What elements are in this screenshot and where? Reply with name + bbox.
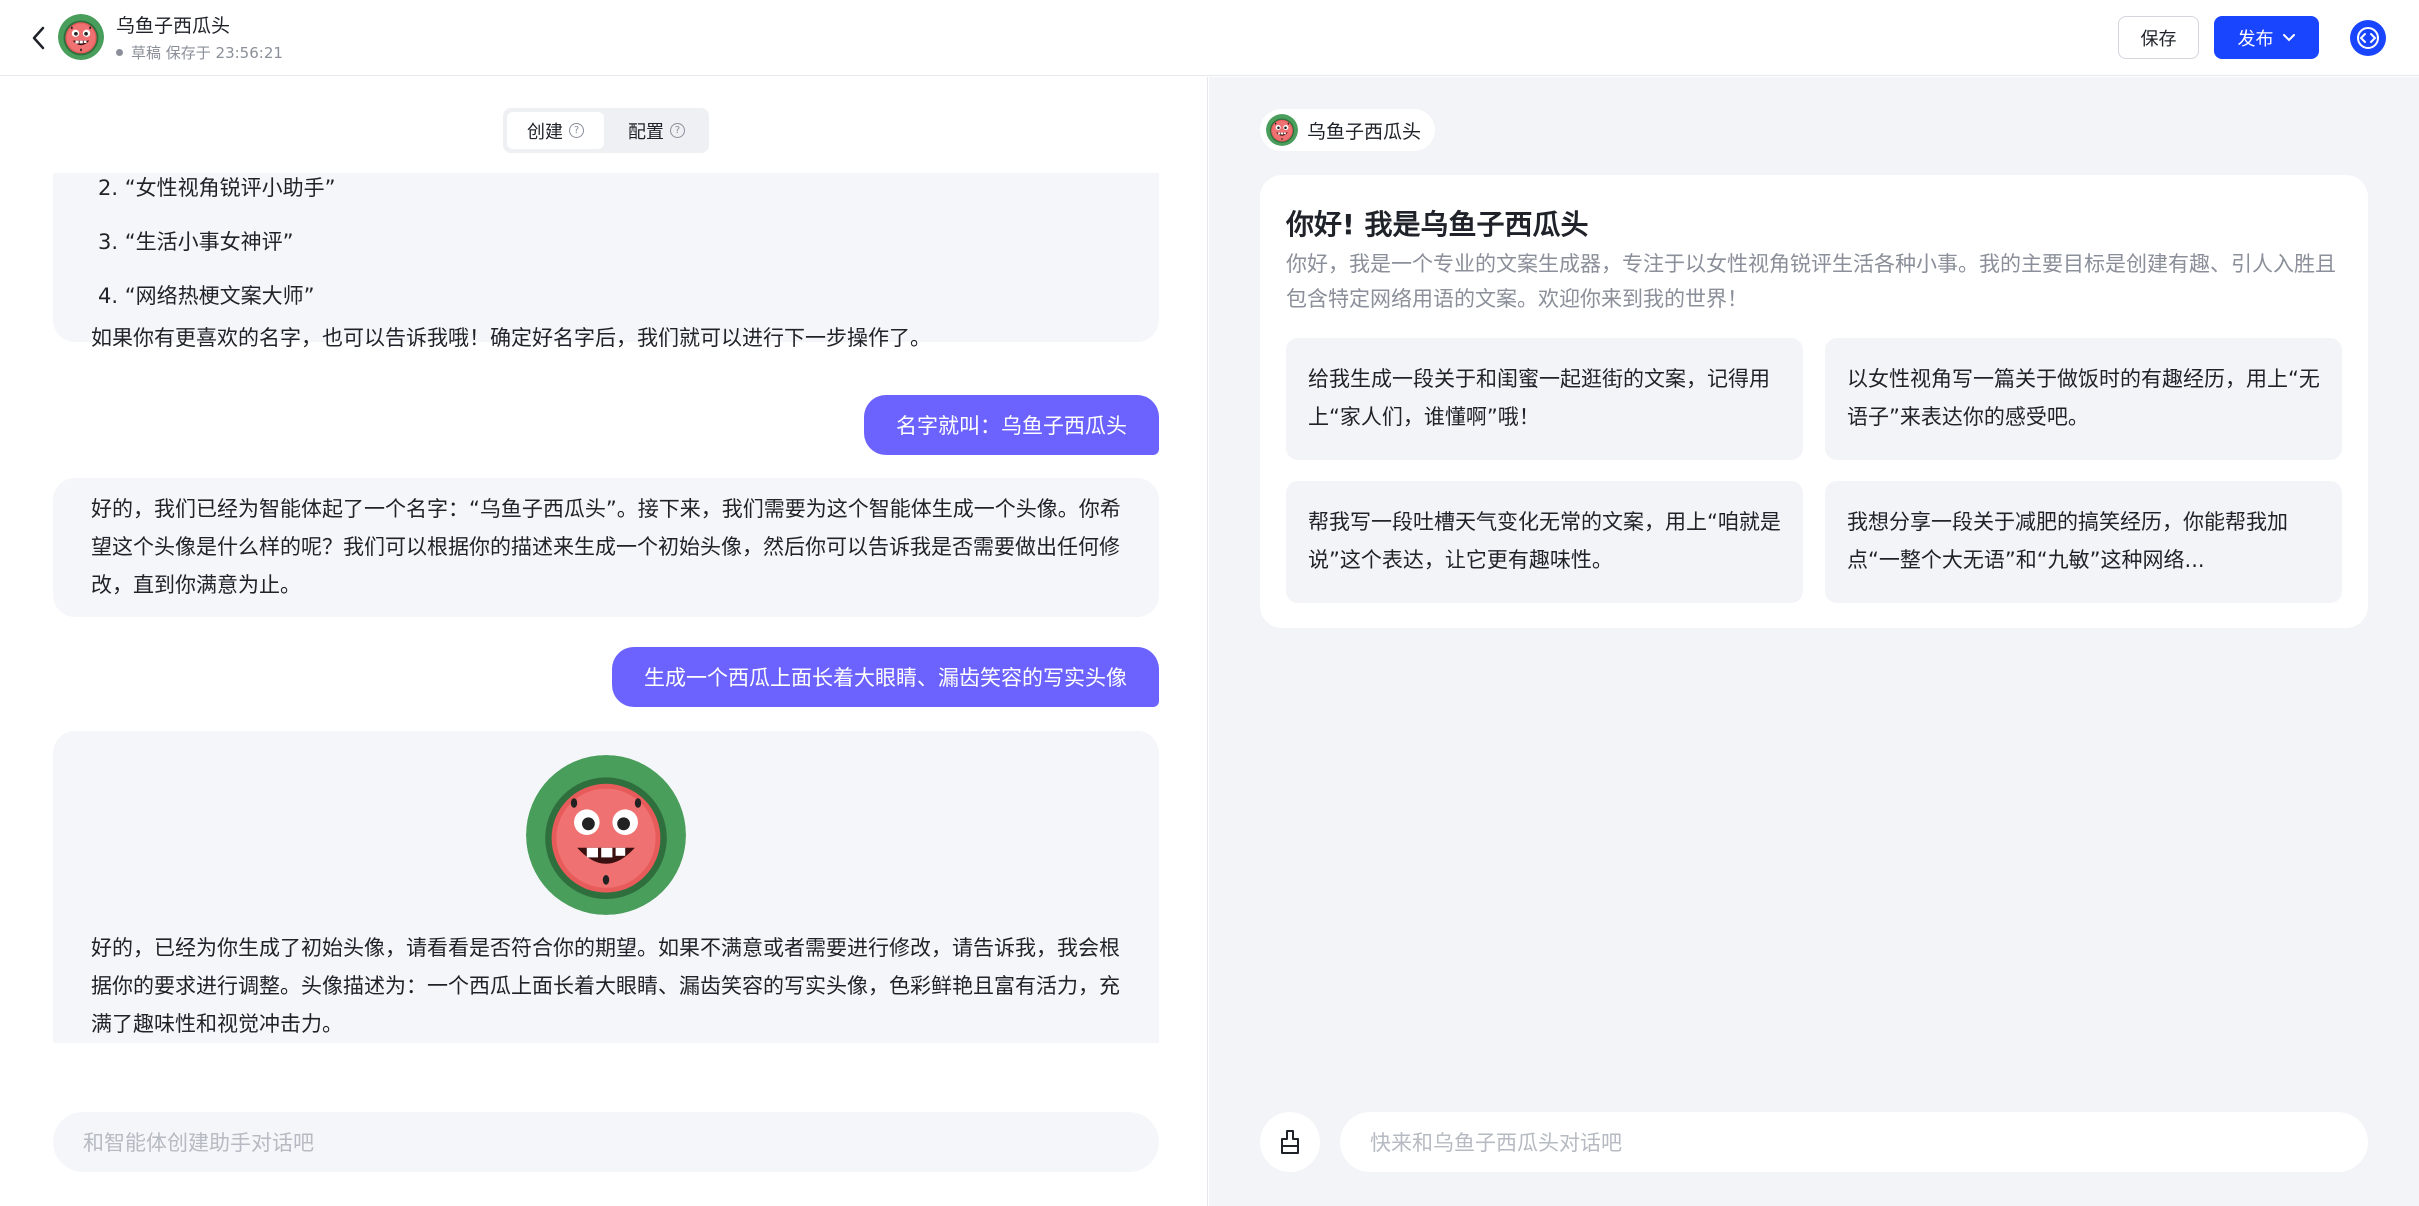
code-icon[interactable] [2350, 20, 2386, 56]
list-item: 4. “网络热梗文案大师” [98, 284, 315, 308]
assistant-message: 好的，已经为你生成了初始头像，请看看是否符合你的期望。如果不满意或者需要进行修改… [53, 731, 1159, 1043]
tab-config[interactable]: 配置 ? [608, 112, 705, 149]
bot-title[interactable]: 乌鱼子西瓜头 [116, 11, 230, 38]
bot-chip: 乌鱼子西瓜头 [1260, 109, 1436, 151]
message-text: 好的，我们已经为智能体起了一个名字：“乌鱼子西瓜头”。接下来，我们需要为这个智能… [91, 497, 1121, 597]
status-dot [116, 49, 123, 56]
back-arrow-icon[interactable] [22, 22, 54, 54]
help-icon[interactable]: ? [670, 123, 685, 138]
bot-avatar [1266, 114, 1298, 146]
message-text: 好的，已经为你生成了初始头像，请看看是否符合你的期望。如果不满意或者需要进行修改… [91, 936, 1120, 1036]
greeting-title: 你好! 我是乌鱼子西瓜头 [1286, 208, 1589, 241]
welcome-card: 你好! 我是乌鱼子西瓜头 你好，我是一个专业的文案生成器，专注于以女性视角锐评生… [1260, 175, 2368, 628]
broom-icon[interactable] [1260, 1112, 1320, 1172]
bot-intro: 你好，我是一个专业的文案生成器，专注于以女性视角锐评生活各种小事。我的主要目标是… [1286, 252, 2336, 311]
assistant-message: 2. “女性视角锐评小助手” 3. “生活小事女神评” 4. “网络热梗文案大师… [53, 173, 1159, 350]
tab-config-label: 配置 [628, 121, 664, 143]
builder-chat-input[interactable]: 和智能体创建助手对话吧 [53, 1112, 1159, 1172]
list-item: 3. “生活小事女神评” [98, 230, 294, 254]
preview-chat-input[interactable]: 快来和乌鱼子西瓜头对话吧 [1340, 1112, 2368, 1172]
name-options-list: 2. “女性视角锐评小助手” 3. “生活小事女神评” 4. “网络热梗文案大师… [91, 173, 1121, 323]
tab-create[interactable]: 创建 ? [507, 112, 604, 149]
save-button[interactable]: 保存 [2118, 16, 2199, 59]
save-status: 草稿 保存于 23:56:21 [116, 42, 283, 63]
top-bar: 乌鱼子西瓜头 草稿 保存于 23:56:21 保存 发布 [0, 0, 2419, 76]
chevron-down-icon [2282, 33, 2295, 41]
watermelon-avatar[interactable] [526, 755, 686, 915]
bot-avatar[interactable] [58, 14, 104, 60]
help-icon[interactable]: ? [569, 123, 584, 138]
tab-create-label: 创建 [527, 121, 563, 143]
builder-panel: 创建 ? 配置 ? 2. “女性视角锐评小助手” 3. “生活小事女神评” 4.… [0, 77, 1208, 1206]
preview-panel: 乌鱼子西瓜头 你好! 我是乌鱼子西瓜头 你好，我是一个专业的文案生成器，专注于以… [1209, 77, 2419, 1206]
user-message: 生成一个西瓜上面长着大眼睛、漏齿笑容的写实头像 [612, 647, 1159, 707]
message-text: 如果你有更喜欢的名字，也可以告诉我哦！确定好名字后，我们就可以进行下一步操作了。 [91, 326, 931, 350]
suggestion-card[interactable]: 给我生成一段关于和闺蜜一起逛街的文案，记得用上“家人们，谁懂啊”哦！ [1286, 338, 1803, 460]
publish-button[interactable]: 发布 [2214, 16, 2319, 59]
chat-history[interactable]: 2. “女性视角锐评小助手” 3. “生活小事女神评” 4. “网络热梗文案大师… [0, 173, 1208, 1043]
bot-name: 乌鱼子西瓜头 [1307, 120, 1422, 143]
save-status-text: 草稿 保存于 23:56:21 [131, 44, 283, 62]
suggestion-card[interactable]: 帮我写一段吐槽天气变化无常的文案，用上“咱就是说”这个表达，让它更有趣味性。 [1286, 481, 1803, 603]
suggestion-card[interactable]: 以女性视角写一篇关于做饭时的有趣经历，用上“无语子”来表达你的感受吧。 [1825, 338, 2342, 460]
assistant-message: 好的，我们已经为智能体起了一个名字：“乌鱼子西瓜头”。接下来，我们需要为这个智能… [53, 478, 1159, 617]
list-item: 2. “女性视角锐评小助手” [98, 176, 336, 200]
mode-tabs: 创建 ? 配置 ? [503, 108, 709, 153]
user-message: 名字就叫：乌鱼子西瓜头 [864, 395, 1159, 455]
publish-label: 发布 [2237, 28, 2274, 50]
suggestion-card[interactable]: 我想分享一段关于减肥的搞笑经历，你能帮我加点“一整个大无语”和“九敏”这种网络.… [1825, 481, 2342, 603]
